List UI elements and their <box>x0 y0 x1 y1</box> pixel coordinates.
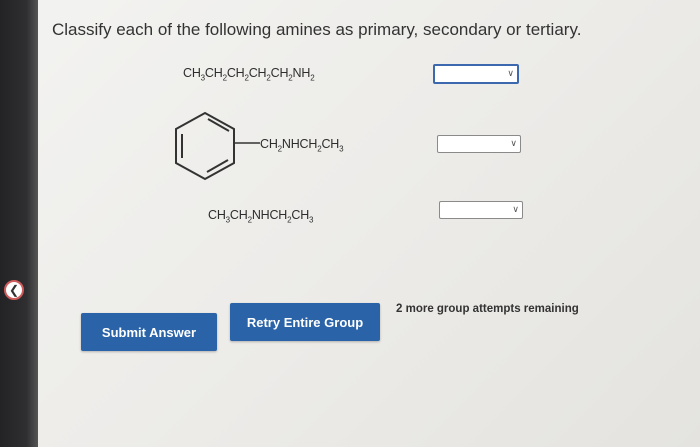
left-sidebar <box>0 0 38 447</box>
amine-3-classification-select[interactable]: ∨ <box>439 201 523 219</box>
retry-entire-group-button[interactable]: Retry Entire Group <box>230 303 380 341</box>
amine-3-formula: CH3CH2NHCH2CH3 <box>208 208 314 225</box>
submit-answer-button[interactable]: Submit Answer <box>81 313 217 351</box>
chevron-down-icon: ∨ <box>507 68 514 78</box>
back-button[interactable]: ❮ <box>4 280 24 300</box>
amine-1-classification-select[interactable]: ∨ <box>433 64 519 84</box>
benzene-ring <box>175 111 235 181</box>
amine-2-classification-select[interactable]: ∨ <box>437 135 521 153</box>
attempts-remaining-text: 2 more group attempts remaining <box>396 303 579 315</box>
amine-1-formula: CH3CH2CH2CH2CH2NH2 <box>183 66 315 83</box>
chevron-down-icon: ∨ <box>512 204 519 214</box>
chevron-down-icon: ∨ <box>510 138 517 148</box>
bond-line <box>234 142 260 144</box>
amine-2-substituent: CH2NHCH2CH3 <box>260 137 344 154</box>
back-arrow-icon: ❮ <box>8 283 20 297</box>
question-text: Classify each of the following amines as… <box>52 20 582 39</box>
